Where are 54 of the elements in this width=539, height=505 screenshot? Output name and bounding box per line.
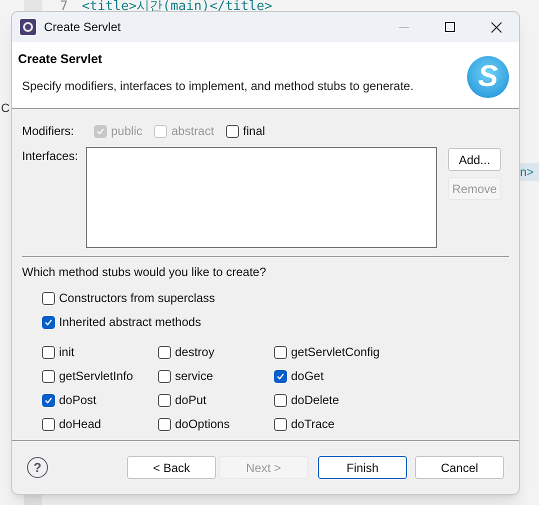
checkbox[interactable] bbox=[158, 394, 171, 406]
interfaces-list[interactable] bbox=[86, 147, 437, 248]
checkbox-label: doPut bbox=[175, 392, 206, 409]
stubs-question: Which method stubs would you like to create? bbox=[22, 264, 268, 281]
wizard-button[interactable]: Cancel bbox=[415, 456, 504, 479]
checkbox[interactable] bbox=[274, 346, 287, 358]
list-action-button[interactable]: Add... bbox=[448, 148, 501, 171]
checkbox[interactable] bbox=[274, 418, 287, 430]
checkbox-label: doDelete bbox=[291, 392, 340, 409]
checkbox-label: doOptions bbox=[175, 416, 230, 433]
checkbox[interactable] bbox=[158, 370, 171, 382]
checkbox-label: destroy bbox=[175, 344, 214, 361]
line-number: 7 bbox=[60, 0, 68, 14]
checkbox[interactable] bbox=[158, 418, 171, 430]
checkbox-label: Inherited abstract methods bbox=[59, 314, 202, 331]
checkbox[interactable] bbox=[226, 124, 240, 138]
code-fragment: C bbox=[1, 100, 10, 117]
close-icon bbox=[490, 22, 502, 32]
checkbox-label: init bbox=[59, 344, 74, 361]
checkmark-icon bbox=[44, 396, 53, 404]
help-button[interactable]: ? bbox=[27, 457, 48, 478]
modifiers-label: Modifiers: bbox=[22, 123, 76, 140]
checkbox-label: doPost bbox=[59, 392, 96, 409]
wizard-button[interactable]: Finish bbox=[318, 456, 407, 479]
checkbox[interactable] bbox=[42, 394, 55, 406]
checkmark-icon bbox=[96, 126, 105, 136]
checkbox-label: doTrace bbox=[291, 416, 335, 433]
checkbox-label: public bbox=[111, 123, 142, 140]
checkbox[interactable] bbox=[42, 316, 55, 328]
checkbox-label: getServletConfig bbox=[291, 344, 380, 361]
interfaces-label: Interfaces: bbox=[22, 148, 80, 165]
code-fragment: n> bbox=[520, 163, 539, 181]
checkbox-label: Constructors from superclass bbox=[59, 290, 216, 307]
checkbox-label: service bbox=[175, 368, 214, 385]
servlet-logo: S bbox=[467, 56, 509, 98]
checkmark-icon bbox=[44, 318, 53, 326]
checkbox[interactable] bbox=[42, 346, 55, 358]
checkbox-label: doGet bbox=[291, 368, 324, 385]
checkbox[interactable] bbox=[274, 394, 287, 406]
checkbox-label: doHead bbox=[59, 416, 102, 433]
checkmark-icon bbox=[276, 372, 285, 380]
wizard-button[interactable]: < Back bbox=[127, 456, 216, 479]
checkbox[interactable] bbox=[158, 346, 171, 358]
window-title: Create Servlet bbox=[44, 19, 121, 36]
code-line: <title>시간(main)</title> bbox=[82, 0, 272, 14]
checkbox[interactable] bbox=[274, 370, 287, 382]
header-title: Create Servlet bbox=[18, 51, 104, 68]
checkbox[interactable] bbox=[42, 370, 55, 382]
checkbox-label: getServletInfo bbox=[59, 368, 134, 385]
checkbox-label: final bbox=[243, 123, 266, 140]
checkbox-label: abstract bbox=[171, 123, 214, 140]
checkbox[interactable] bbox=[42, 292, 55, 304]
header-description: Specify modifiers, interfaces to implement, and method stubs to generate. bbox=[22, 78, 414, 95]
checkbox[interactable] bbox=[42, 418, 55, 430]
